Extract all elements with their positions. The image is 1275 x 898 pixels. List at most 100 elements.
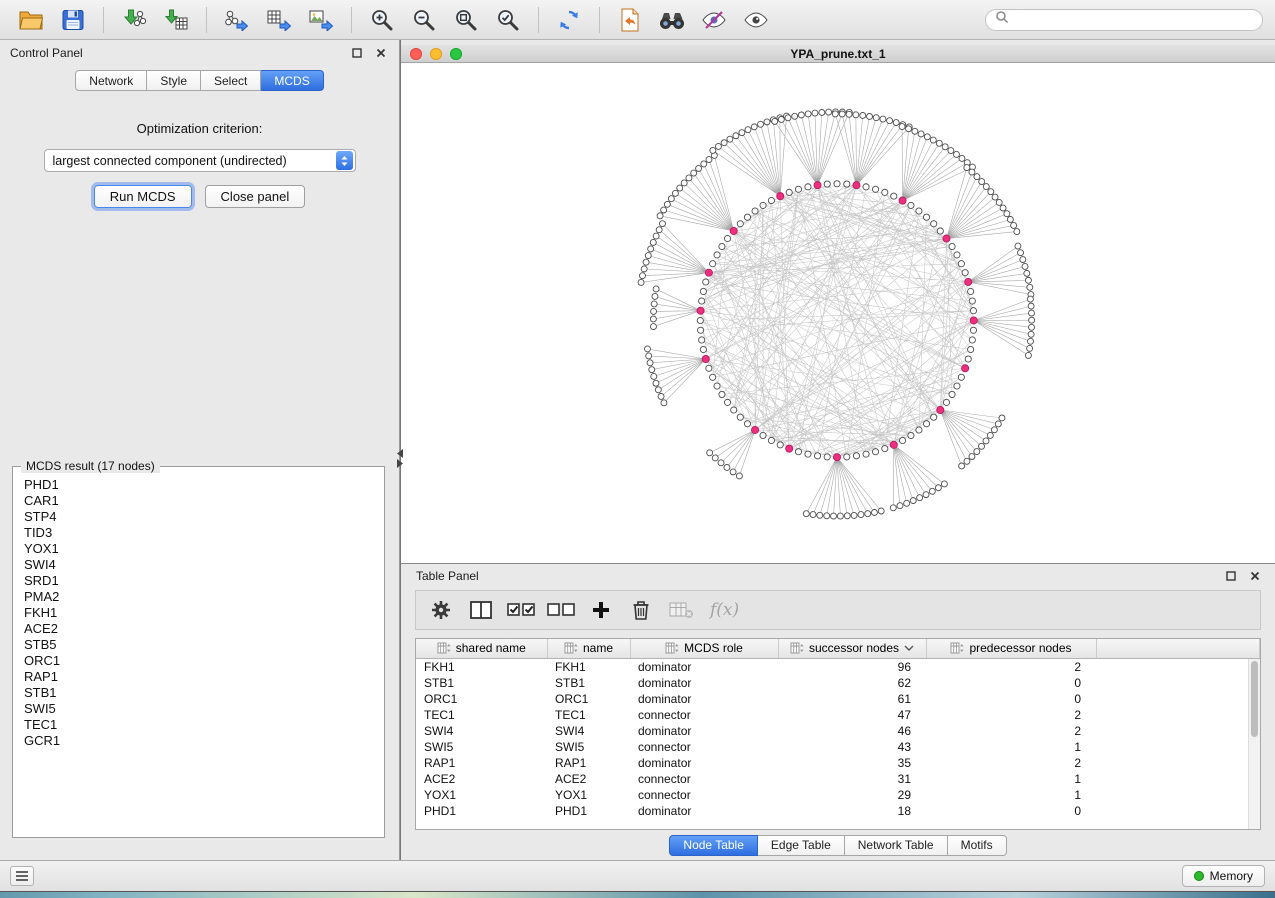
deselect-all-icon[interactable] <box>544 594 578 626</box>
table-row[interactable]: PHD1PHD1dominator180 <box>416 803 1260 819</box>
main-toolbar <box>0 0 1275 40</box>
table-row[interactable]: STB1STB1dominator620 <box>416 675 1260 691</box>
main-area: Control Panel NetworkStyleSelectMCDS Opt… <box>0 40 1275 860</box>
result-node-pma2[interactable]: PMA2 <box>15 589 382 605</box>
panel-splitter[interactable] <box>396 448 404 473</box>
column-header-shared-name[interactable]: shared name <box>416 639 547 658</box>
table-row[interactable]: SWI4SWI4dominator462 <box>416 723 1260 739</box>
result-node-tec1[interactable]: TEC1 <box>15 717 382 733</box>
table-cell: TEC1 <box>416 707 547 723</box>
eye-slash-icon[interactable] <box>695 4 733 36</box>
table-scrollbar[interactable] <box>1248 659 1260 829</box>
import-network-icon[interactable] <box>115 4 153 36</box>
column-header-successor-nodes[interactable]: successor nodes <box>778 639 926 658</box>
table-row[interactable]: FKH1FKH1dominator962 <box>416 658 1260 675</box>
table-panel: Table Panel f(x) shared namenameMCDS rol… <box>401 564 1275 860</box>
result-node-ace2[interactable]: ACE2 <box>15 621 382 637</box>
export-image-icon[interactable] <box>302 4 340 36</box>
result-node-yox1[interactable]: YOX1 <box>15 541 382 557</box>
float-panel-icon[interactable] <box>349 45 365 61</box>
column-header-filler <box>1096 639 1260 658</box>
open-session-icon[interactable] <box>12 4 50 36</box>
result-node-fkh1[interactable]: FKH1 <box>15 605 382 621</box>
table-cell: ACE2 <box>416 771 547 787</box>
memory-button[interactable]: Memory <box>1182 865 1265 887</box>
table-row[interactable]: YOX1YOX1connector291 <box>416 787 1260 803</box>
table-cell-filler <box>1096 803 1260 819</box>
control-tab-mcds[interactable]: MCDS <box>261 70 323 91</box>
result-node-orc1[interactable]: ORC1 <box>15 653 382 669</box>
export-document-icon[interactable] <box>611 4 649 36</box>
table-row[interactable]: TEC1TEC1connector472 <box>416 707 1260 723</box>
control-panel-header: Control Panel <box>0 40 399 66</box>
select-all-icon[interactable] <box>504 594 538 626</box>
result-node-stp4[interactable]: STP4 <box>15 509 382 525</box>
column-header-name[interactable]: name <box>547 639 630 658</box>
column-header-mcds-role[interactable]: MCDS role <box>630 639 778 658</box>
table-tab-node-table[interactable]: Node Table <box>669 835 758 856</box>
close-table-panel-icon[interactable] <box>1247 568 1263 584</box>
zoom-out-icon[interactable] <box>405 4 443 36</box>
table-cell: 43 <box>778 739 926 755</box>
import-table-icon[interactable] <box>157 4 195 36</box>
save-session-icon[interactable] <box>54 4 92 36</box>
result-node-stb1[interactable]: STB1 <box>15 685 382 701</box>
export-network-icon[interactable] <box>218 4 256 36</box>
control-panel-title: Control Panel <box>10 46 341 60</box>
delete-row-icon[interactable] <box>624 594 658 626</box>
search-box[interactable] <box>985 9 1263 31</box>
table-tab-network-table[interactable]: Network Table <box>845 835 948 856</box>
network-canvas[interactable] <box>401 63 1275 563</box>
settings-icon[interactable] <box>424 594 458 626</box>
table-cell: dominator <box>630 803 778 819</box>
optimization-criterion-select[interactable]: largest connected component (undirected) <box>44 149 356 172</box>
export-table-icon[interactable] <box>260 4 298 36</box>
table-scrollbar-thumb[interactable] <box>1251 661 1258 737</box>
table-cell: connector <box>630 707 778 723</box>
result-node-phd1[interactable]: PHD1 <box>15 477 382 493</box>
result-node-srd1[interactable]: SRD1 <box>15 573 382 589</box>
run-mcds-button[interactable]: Run MCDS <box>94 185 192 208</box>
result-node-car1[interactable]: CAR1 <box>15 493 382 509</box>
table-cell: 0 <box>926 803 1096 819</box>
table-cell: SWI5 <box>416 739 547 755</box>
result-node-tid3[interactable]: TID3 <box>15 525 382 541</box>
table-cell: STB1 <box>416 675 547 691</box>
add-row-icon[interactable] <box>584 594 618 626</box>
toolbar-separator <box>538 7 539 33</box>
network-view[interactable] <box>401 63 1275 563</box>
table-cell-filler <box>1096 658 1260 675</box>
refresh-icon[interactable] <box>550 4 588 36</box>
right-area: YPA_prune.txt_1 Table Panel <box>400 40 1275 860</box>
table-row[interactable]: ORC1ORC1dominator610 <box>416 691 1260 707</box>
columns-icon[interactable] <box>464 594 498 626</box>
table-row[interactable]: RAP1RAP1dominator352 <box>416 755 1260 771</box>
find-icon[interactable] <box>653 4 691 36</box>
column-header-predecessor-nodes[interactable]: predecessor nodes <box>926 639 1096 658</box>
table-tab-motifs[interactable]: Motifs <box>948 835 1007 856</box>
menu-icon[interactable] <box>10 866 34 886</box>
control-tab-style[interactable]: Style <box>147 70 201 91</box>
float-table-panel-icon[interactable] <box>1223 568 1239 584</box>
search-input[interactable] <box>1014 13 1253 27</box>
table-tab-edge-table[interactable]: Edge Table <box>758 835 845 856</box>
zoom-selected-icon[interactable] <box>489 4 527 36</box>
toolbar-separator <box>351 7 352 33</box>
selected-criterion: largest connected component (undirected) <box>45 154 336 168</box>
zoom-in-icon[interactable] <box>363 4 401 36</box>
result-node-swi5[interactable]: SWI5 <box>15 701 382 717</box>
result-node-stb5[interactable]: STB5 <box>15 637 382 653</box>
result-node-gcr1[interactable]: GCR1 <box>15 733 382 749</box>
control-tab-network[interactable]: Network <box>75 70 147 91</box>
table-row[interactable]: ACE2ACE2connector311 <box>416 771 1260 787</box>
table-cell: 31 <box>778 771 926 787</box>
control-tab-select[interactable]: Select <box>201 70 261 91</box>
eye-icon[interactable] <box>737 4 775 36</box>
close-panel-button[interactable]: Close panel <box>205 185 306 208</box>
result-node-swi4[interactable]: SWI4 <box>15 557 382 573</box>
result-node-rap1[interactable]: RAP1 <box>15 669 382 685</box>
zoom-fit-icon[interactable] <box>447 4 485 36</box>
close-panel-icon[interactable] <box>373 45 389 61</box>
table-row[interactable]: SWI5SWI5connector431 <box>416 739 1260 755</box>
table-cell: STB1 <box>547 675 630 691</box>
